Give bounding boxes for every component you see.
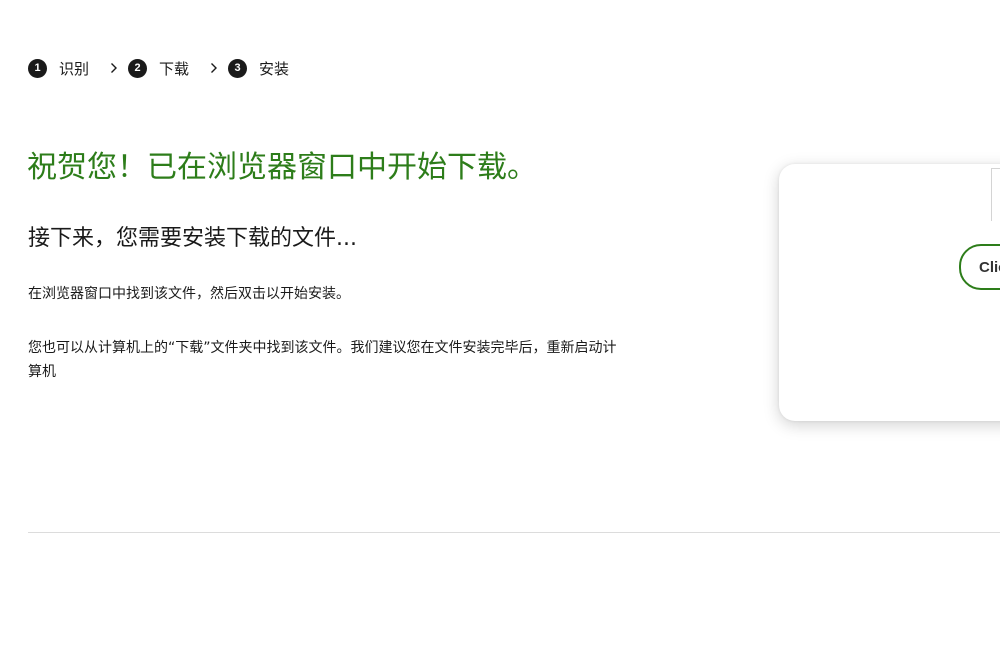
download-helper-card: Click [779, 164, 1000, 421]
step-label-download: 下载 [159, 59, 190, 78]
card-image-frame [991, 168, 1000, 221]
step-number-1: 1 [28, 58, 47, 78]
step-download: 2 下载 [128, 58, 189, 79]
chevron-right-icon [210, 62, 218, 74]
step-install: 3 安装 [228, 58, 289, 79]
step-number-2: 2 [128, 58, 148, 78]
download-confirmation-page: 1 识别 2 下载 3 安装 祝贺您！已在浏览器窗口中开始下载。 接下来，您需要… [0, 0, 1000, 650]
chevron-right-icon [110, 62, 118, 74]
installation-steps: 1 识别 2 下载 3 安装 [28, 57, 289, 79]
next-step-heading: 接下来，您需要安装下载的文件... [28, 226, 357, 251]
page-title: 祝贺您！已在浏览器窗口中开始下载。 [27, 150, 537, 185]
step-identify: 1 识别 [28, 58, 89, 79]
downloads-folder-instruction: 您也可以从计算机上的“下载”文件夹中找到该文件。我们建议您在文件安装完毕后，重新… [28, 340, 617, 380]
step-number-3: 3 [228, 58, 248, 78]
section-divider [28, 532, 1000, 533]
step-label-identify: 识别 [59, 59, 90, 78]
find-file-instruction: 在浏览器窗口中找到该文件，然后双击以开始安装。 [28, 286, 350, 302]
step-label-install: 安装 [259, 59, 290, 78]
card-action-button[interactable]: Click [959, 244, 1000, 290]
